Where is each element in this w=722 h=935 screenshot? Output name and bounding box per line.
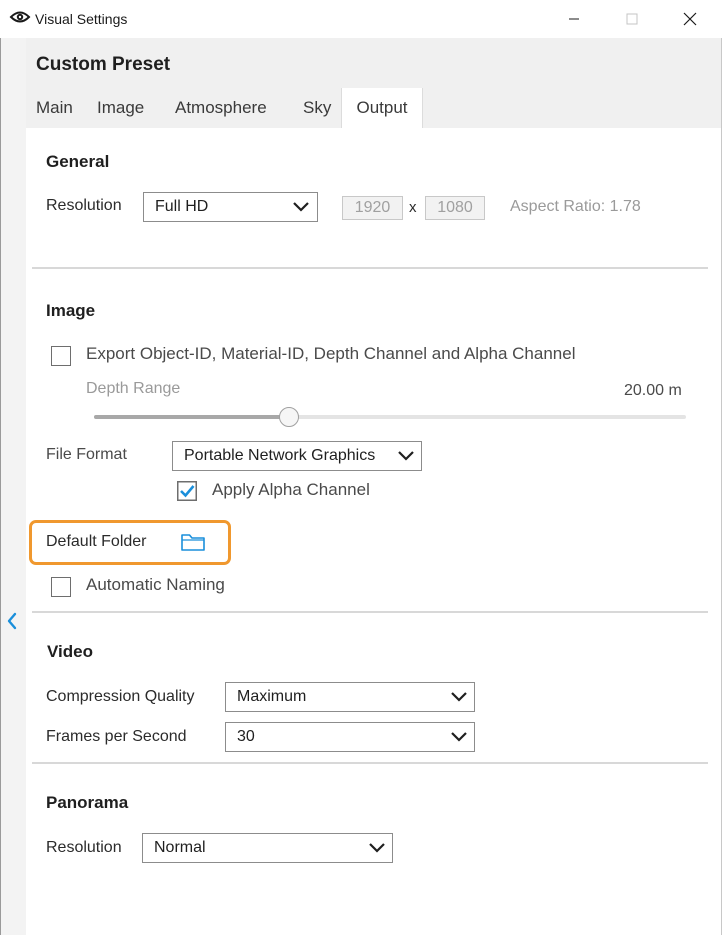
tab-atmosphere[interactable]: Atmosphere (175, 88, 267, 128)
close-button[interactable] (667, 0, 713, 38)
folder-icon[interactable] (180, 531, 206, 553)
tab-bar: Main Image Atmosphere Sky Output (26, 88, 721, 128)
compression-quality-label: Compression Quality (46, 688, 195, 705)
tab-sky[interactable]: Sky (303, 88, 331, 128)
general-heading: General (46, 152, 110, 171)
side-strip (0, 38, 26, 935)
panorama-resolution-label: Resolution (46, 839, 122, 856)
apply-alpha-label: Apply Alpha Channel (212, 480, 370, 499)
window-titlebar: Visual Settings (0, 0, 722, 38)
file-format-label: File Format (46, 446, 127, 463)
compression-quality-select[interactable]: Maximum (225, 682, 475, 712)
file-format-value: Portable Network Graphics (184, 447, 376, 464)
settings-panel: Custom Preset Main Image Atmosphere Sky … (26, 38, 721, 935)
default-folder-label: Default Folder (46, 533, 147, 550)
resolution-select[interactable]: Full HD (143, 192, 318, 222)
panorama-heading: Panorama (46, 793, 129, 812)
height-field: 1080 (425, 196, 485, 220)
compression-quality-value: Maximum (237, 688, 307, 705)
automatic-naming-label: Automatic Naming (86, 575, 225, 594)
slider-fill (94, 415, 289, 419)
aspect-ratio-label: Aspect Ratio: 1.78 (510, 198, 641, 215)
tab-output[interactable]: Output (341, 88, 423, 128)
times-label: x (409, 199, 417, 216)
window-title: Visual Settings (35, 11, 128, 27)
chevron-down-icon (293, 202, 309, 212)
maximize-icon (626, 13, 638, 25)
depth-range-label: Depth Range (86, 380, 181, 397)
divider (32, 762, 708, 764)
fps-label: Frames per Second (46, 728, 187, 745)
eye-gear-icon (9, 11, 31, 23)
tab-main[interactable]: Main (36, 88, 73, 128)
output-content: General Resolution Full HD 1920 x 1080 A… (26, 128, 721, 935)
minimize-button[interactable] (551, 0, 597, 38)
panorama-resolution-select[interactable]: Normal (142, 833, 393, 863)
file-format-select[interactable]: Portable Network Graphics (172, 441, 422, 471)
fps-select[interactable]: 30 (225, 722, 475, 752)
chevron-down-icon (451, 692, 467, 702)
resolution-label: Resolution (46, 197, 122, 214)
export-channels-label: Export Object-ID, Material-ID, Depth Cha… (86, 344, 576, 363)
automatic-naming-checkbox[interactable] (51, 577, 71, 597)
resolution-value: Full HD (155, 198, 209, 215)
image-heading: Image (46, 301, 96, 320)
depth-range-value: 20.00 m (624, 382, 682, 399)
minimize-icon (569, 18, 579, 20)
export-channels-checkbox[interactable] (51, 346, 71, 366)
divider (32, 267, 708, 269)
video-heading: Video (47, 642, 93, 661)
tab-image[interactable]: Image (97, 88, 144, 128)
side-strip-edge (0, 38, 1, 935)
apply-alpha-checkbox[interactable] (177, 481, 197, 501)
width-field: 1920 (342, 196, 403, 220)
close-icon (683, 12, 697, 26)
chevron-left-icon[interactable] (4, 610, 20, 632)
divider (32, 611, 708, 613)
chevron-down-icon (398, 451, 414, 461)
preset-title: Custom Preset (36, 54, 171, 75)
panel-header: Custom Preset (26, 38, 721, 88)
depth-range-slider[interactable] (94, 415, 686, 419)
panorama-resolution-value: Normal (154, 839, 206, 856)
chevron-down-icon (451, 732, 467, 742)
maximize-button[interactable] (609, 0, 655, 38)
slider-thumb[interactable] (279, 407, 299, 427)
chevron-down-icon (369, 843, 385, 853)
fps-value: 30 (237, 728, 255, 745)
